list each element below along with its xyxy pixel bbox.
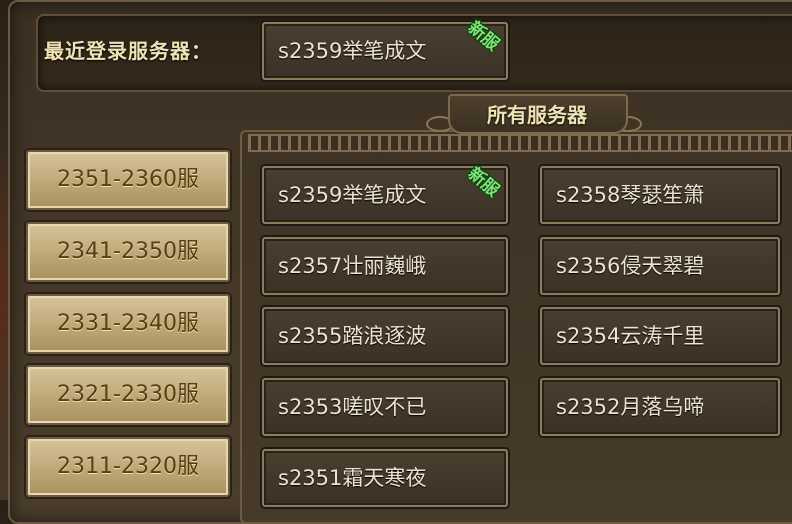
decorative-border xyxy=(248,134,792,152)
server-button[interactable]: s2352月落乌啼 xyxy=(540,378,780,436)
server-name: s2351霜天寒夜 xyxy=(278,465,427,490)
server-name: s2356侵天翠碧 xyxy=(556,253,705,278)
server-button[interactable]: s2355踏浪逐波 xyxy=(262,307,508,365)
range-button[interactable]: 2341-2350服 xyxy=(26,222,230,282)
recent-server-name: s2359举笔成文 xyxy=(278,38,427,63)
range-button[interactable]: 2351-2360服 xyxy=(26,150,230,210)
range-button[interactable]: 2311-2320服 xyxy=(26,437,230,497)
server-button[interactable]: s2351霜天寒夜 xyxy=(262,449,508,507)
server-name: s2357壮丽巍峨 xyxy=(278,253,427,278)
range-button[interactable]: 2331-2340服 xyxy=(26,294,230,354)
all-servers-title: 所有服务器 xyxy=(487,103,587,127)
server-name: s2353嗟叹不已 xyxy=(278,394,427,419)
server-button[interactable]: s2356侵天翠碧 xyxy=(540,237,780,295)
server-button[interactable]: s2358琴瑟笙箫 xyxy=(540,166,780,224)
server-name: s2355踏浪逐波 xyxy=(278,323,427,348)
server-button[interactable]: s2354云涛千里 xyxy=(540,307,780,365)
server-button[interactable]: s2357壮丽巍峨 xyxy=(262,237,508,295)
range-button[interactable]: 2321-2330服 xyxy=(26,365,230,425)
server-button[interactable]: s2353嗟叹不已 xyxy=(262,378,508,436)
server-name: s2359举笔成文 xyxy=(278,182,427,207)
server-name: s2352月落乌啼 xyxy=(556,394,705,419)
server-name: s2358琴瑟笙箫 xyxy=(556,182,705,207)
server-name: s2354云涛千里 xyxy=(556,323,705,348)
recent-login-label: 最近登录服务器： xyxy=(44,39,212,63)
